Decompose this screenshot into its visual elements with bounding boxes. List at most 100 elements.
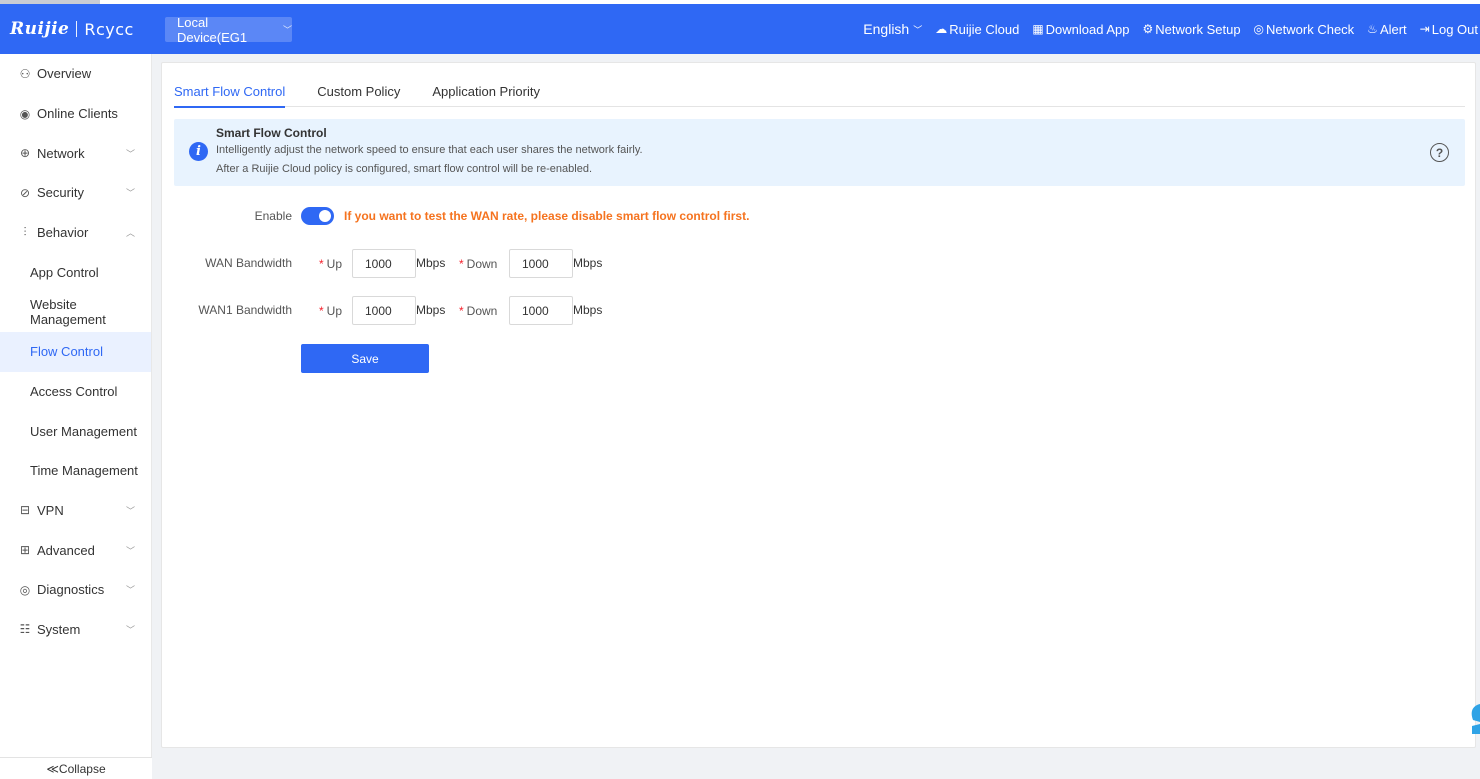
- down-label: Down: [466, 304, 498, 318]
- wan1-down-input[interactable]: [509, 296, 573, 325]
- info-notice: i Smart Flow Control Intelligently adjus…: [174, 119, 1465, 186]
- diagnostics-icon: ◎: [19, 582, 31, 597]
- sidebar-item-label: Website Management: [30, 296, 106, 327]
- ruijie-cloud-label: Ruijie Cloud: [949, 21, 1020, 37]
- wan-up-label: * Up: [319, 257, 342, 271]
- wan1-bandwidth-label: WAN1 Bandwidth: [198, 303, 292, 317]
- sidebar-item-label: Time Management: [30, 463, 138, 479]
- sidebar-item-time-management[interactable]: Time Management: [0, 451, 151, 491]
- sidebar-item-label: Flow Control: [30, 344, 103, 360]
- chevron-down-icon: ﹀: [282, 25, 292, 35]
- wan-up-input[interactable]: [352, 249, 416, 278]
- clients-icon: ◉: [19, 106, 31, 121]
- up-label: Up: [326, 304, 343, 318]
- device-select[interactable]: Local Device(EG1 ﹀: [165, 14, 292, 45]
- info-icon: i: [189, 142, 208, 161]
- wan-up-unit: Mbps: [416, 256, 446, 270]
- wan-bandwidth-label: WAN Bandwidth: [205, 256, 292, 270]
- top-header: Ruijie Rcycc Local Device(EG1 ﹀ English …: [0, 4, 1480, 54]
- tab-bar: Smart Flow Control Custom Policy Applica…: [174, 79, 1465, 108]
- sidebar-item-user-management[interactable]: User Management: [0, 411, 151, 451]
- sidebar-item-label: Advanced: [37, 542, 95, 558]
- required-asterisk: *: [459, 257, 464, 271]
- sidebar-item-label: Access Control: [30, 383, 118, 399]
- chevron-down-icon: ﹀: [913, 24, 923, 35]
- network-setup-label: Network Setup: [1155, 21, 1241, 37]
- header-actions: English ﹀ ☁ Ruijie Cloud ▦ Download App …: [850, 4, 1478, 54]
- chevron-down-icon: ﹀: [125, 585, 135, 596]
- wan-down-label: * Down: [459, 257, 497, 271]
- qr-code-icon: ▦: [1032, 22, 1044, 36]
- sidebar-item-system[interactable]: ☷ System ﹀: [0, 610, 151, 650]
- help-icon[interactable]: ?: [1430, 143, 1449, 162]
- alert-link[interactable]: ♨ Alert: [1367, 22, 1407, 37]
- floating-assistant-icon[interactable]: [1468, 698, 1480, 734]
- enable-toggle[interactable]: [301, 207, 334, 225]
- chevron-up-icon: ︿: [125, 228, 135, 239]
- collapse-button[interactable]: ≪Collapse: [0, 757, 152, 779]
- chevron-down-icon: ﹀: [125, 624, 135, 635]
- down-label: Down: [466, 257, 498, 271]
- sidebar-item-label: Diagnostics: [37, 582, 105, 598]
- main-panel: Smart Flow Control Custom Policy Applica…: [161, 62, 1476, 748]
- wan1-up-input[interactable]: [352, 296, 416, 325]
- brand-secondary: Rcycc: [84, 19, 134, 39]
- sidebar-item-security[interactable]: ⊘ Security ﹀: [0, 173, 151, 213]
- required-asterisk: *: [319, 304, 324, 318]
- sidebar-item-app-control[interactable]: App Control: [0, 252, 151, 292]
- notice-description-2: After a Ruijie Cloud policy is configure…: [216, 163, 593, 175]
- sidebar-item-website-management[interactable]: Website Management: [0, 292, 151, 332]
- wan1-down-label: * Down: [459, 304, 497, 318]
- chevron-down-icon: ﹀: [125, 188, 135, 199]
- advanced-icon: ⊞: [19, 543, 31, 558]
- cloud-icon: ☁: [935, 22, 948, 36]
- ruijie-cloud-link[interactable]: ☁ Ruijie Cloud: [935, 22, 1019, 37]
- sidebar-item-label: VPN: [37, 502, 64, 518]
- wan-test-warning: If you want to test the WAN rate, please…: [344, 209, 750, 223]
- tab-smart-flow-control[interactable]: Smart Flow Control: [174, 79, 286, 108]
- notice-description: Intelligently adjust the network speed t…: [216, 144, 643, 156]
- alert-label: Alert: [1379, 21, 1407, 37]
- sidebar-item-overview[interactable]: ⚇ Overview: [0, 54, 151, 94]
- sidebar-item-label: User Management: [30, 423, 137, 439]
- logout-icon: ⇥: [1419, 22, 1430, 36]
- sidebar-item-vpn[interactable]: ⊟ VPN ﹀: [0, 491, 151, 531]
- tab-application-priority[interactable]: Application Priority: [432, 79, 540, 107]
- wan-down-input[interactable]: [509, 249, 573, 278]
- language-label: English: [863, 21, 910, 37]
- wan1-down-unit: Mbps: [573, 303, 603, 317]
- chevron-down-icon: ﹀: [125, 545, 135, 556]
- toggle-knob: [319, 210, 331, 222]
- network-check-icon: ◎: [1253, 22, 1265, 36]
- brand-divider: [76, 21, 78, 37]
- notice-title: Smart Flow Control: [216, 126, 327, 140]
- globe-icon: ⊕: [19, 146, 31, 161]
- sidebar-item-diagnostics[interactable]: ◎ Diagnostics ﹀: [0, 570, 151, 610]
- logout-link[interactable]: ⇥ Log Out: [1420, 22, 1478, 37]
- sidebar-item-label: Security: [37, 185, 84, 201]
- sidebar-item-access-control[interactable]: Access Control: [0, 372, 151, 412]
- brand-primary: Ruijie: [10, 19, 70, 39]
- sidebar-item-behavior[interactable]: ⫶ Behavior ︿: [0, 213, 151, 253]
- sidebar-item-flow-control[interactable]: Flow Control: [0, 331, 151, 372]
- vpn-icon: ⊟: [19, 503, 31, 518]
- sidebar-item-advanced[interactable]: ⊞ Advanced ﹀: [0, 530, 151, 570]
- network-setup-link[interactable]: ⚙ Network Setup: [1143, 22, 1241, 37]
- sidebar: ⚇ Overview ◉ Online Clients ⊕ Network ﹀ …: [0, 54, 152, 779]
- download-app-link[interactable]: ▦ Download App: [1032, 22, 1129, 37]
- save-button[interactable]: Save: [301, 344, 429, 373]
- required-asterisk: *: [459, 304, 464, 318]
- sidebar-item-network[interactable]: ⊕ Network ﹀: [0, 133, 151, 173]
- language-select[interactable]: English ﹀: [863, 21, 922, 37]
- sidebar-item-online-clients[interactable]: ◉ Online Clients: [0, 94, 151, 134]
- wan1-up-unit: Mbps: [416, 303, 446, 317]
- network-check-link[interactable]: ◎ Network Check: [1254, 22, 1355, 37]
- device-select-label: Local Device(EG1: [177, 14, 248, 45]
- network-setup-icon: ⚙: [1142, 22, 1154, 36]
- sidebar-item-label: System: [37, 621, 81, 637]
- behavior-icon: ⫶: [23, 225, 27, 240]
- overview-icon: ⚇: [19, 66, 31, 81]
- tab-custom-policy[interactable]: Custom Policy: [317, 79, 400, 107]
- enable-label: Enable: [254, 209, 292, 223]
- chevron-down-icon: ﹀: [125, 148, 135, 159]
